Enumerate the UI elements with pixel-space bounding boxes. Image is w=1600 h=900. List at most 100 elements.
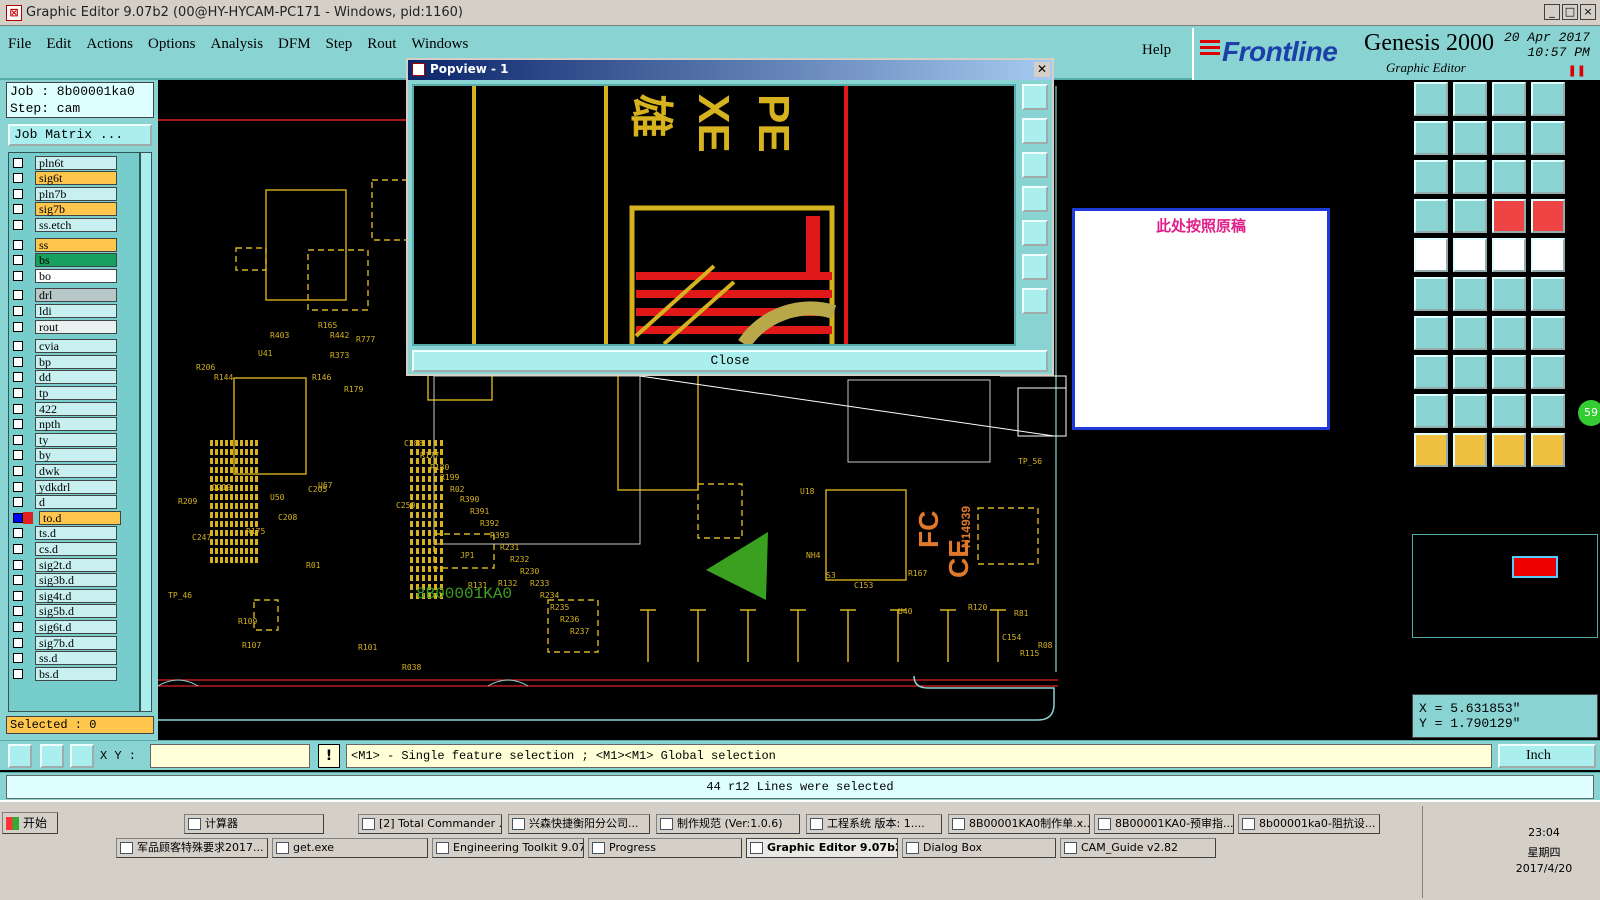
cut-icon[interactable] <box>1453 355 1487 389</box>
layer-name[interactable]: drl <box>35 288 117 303</box>
popview-zoom-out-icon[interactable] <box>1022 152 1048 178</box>
add-pad-icon[interactable] <box>1414 238 1448 272</box>
menu-edit[interactable]: Edit <box>46 36 71 53</box>
layer-name[interactable]: dd <box>35 370 117 385</box>
popview-viewport[interactable]: XE PE 雄 <box>412 84 1016 346</box>
layer-checkbox[interactable] <box>13 450 23 461</box>
layer-name[interactable]: ldi <box>35 303 117 318</box>
job-matrix-button[interactable]: Job Matrix ... <box>8 124 152 146</box>
layer-row[interactable]: ts.d <box>9 526 139 541</box>
taskbar-button[interactable]: 计算器 <box>184 814 324 834</box>
drc-area-icon[interactable] <box>1492 394 1526 428</box>
layer-row[interactable]: sig6t.d <box>9 619 139 634</box>
layer-row[interactable]: ss.etch <box>9 217 139 232</box>
layer-name[interactable]: by <box>35 448 117 463</box>
layer-row[interactable]: sig5b.d <box>9 604 139 619</box>
close-window-button[interactable]: × <box>1580 4 1596 20</box>
popview-zoom-in-icon[interactable] <box>1022 118 1048 144</box>
popview-title-bar[interactable]: Popview - 1 ✕ <box>408 60 1052 80</box>
layer-row[interactable]: cvia <box>9 339 139 354</box>
layer-name[interactable]: cs.d <box>35 541 117 556</box>
layer-checkbox[interactable] <box>13 465 23 476</box>
layer-row[interactable]: sig7b.d <box>9 635 139 650</box>
layer-name[interactable]: ss.d <box>35 651 117 666</box>
taskbar-button[interactable]: 军品顾客特殊要求2017... <box>116 838 268 858</box>
move-icon[interactable] <box>1492 277 1526 311</box>
layer-row[interactable]: d <box>9 495 139 510</box>
popview-pan-left-icon[interactable] <box>1022 186 1048 212</box>
menu-options[interactable]: Options <box>148 36 196 53</box>
layer-row[interactable]: 422 <box>9 401 139 416</box>
layer-name[interactable]: bs.d <box>35 666 117 681</box>
zoom-in-icon[interactable] <box>1453 82 1487 116</box>
popview-fit-icon[interactable] <box>1022 254 1048 280</box>
menu-analysis[interactable]: Analysis <box>211 36 264 53</box>
layer-row[interactable]: sig3b.d <box>9 573 139 588</box>
measure-icon[interactable] <box>40 744 64 768</box>
layer-checkbox[interactable] <box>13 481 23 492</box>
units-select[interactable]: Inch <box>1498 744 1596 768</box>
notification-badge[interactable]: 59 <box>1578 400 1600 426</box>
pan-right-icon[interactable] <box>1453 121 1487 155</box>
taskbar-button[interactable]: Dialog Box <box>902 838 1056 858</box>
layer-checkbox[interactable] <box>13 434 23 445</box>
layer-row[interactable]: sig6t <box>9 171 139 186</box>
layer-row[interactable]: tp <box>9 385 139 400</box>
layer-row[interactable]: sig2t.d <box>9 557 139 572</box>
array-icon[interactable] <box>1531 355 1565 389</box>
layer-checkbox[interactable] <box>13 356 23 367</box>
layer-row[interactable]: sig7b <box>9 202 139 217</box>
layer-name[interactable]: sig2t.d <box>35 557 117 572</box>
popview-close-icon[interactable]: ✕ <box>1034 62 1050 77</box>
layer-name[interactable]: sig6t <box>35 171 117 186</box>
taskbar-button[interactable]: Progress <box>588 838 742 858</box>
menu-windows[interactable]: Windows <box>411 36 468 53</box>
layer-checkbox[interactable] <box>13 290 23 301</box>
layer-checkbox[interactable] <box>13 497 23 508</box>
layer-name[interactable]: bo <box>35 268 117 283</box>
layer-checkbox[interactable] <box>13 621 23 632</box>
layer-row[interactable]: cs.d <box>9 541 139 556</box>
taskbar-button[interactable]: Engineering Toolkit 9.07... <box>432 838 584 858</box>
select-net-icon[interactable] <box>1414 277 1448 311</box>
grid-icon[interactable] <box>1453 199 1487 233</box>
taskbar-button[interactable]: CAM_Guide v2.82 <box>1060 838 1216 858</box>
add-surface-icon[interactable] <box>1531 238 1565 272</box>
fit-screen-icon[interactable] <box>1414 160 1448 194</box>
layer-row[interactable]: by <box>9 448 139 463</box>
xy-input[interactable] <box>150 744 310 768</box>
snap-icon[interactable] <box>1492 199 1526 233</box>
layer-row[interactable]: ldi <box>9 303 139 318</box>
taskbar-button[interactable]: 制作规范 (Ver:1.0.6) <box>656 814 800 834</box>
taskbar-button[interactable]: 8B00001KA0-预审指... <box>1094 814 1234 834</box>
layer-name[interactable]: to.d <box>39 510 121 525</box>
layer-name[interactable]: sig3b.d <box>35 573 117 588</box>
layer-row[interactable]: ty <box>9 432 139 447</box>
layer-checkbox[interactable] <box>13 270 23 281</box>
taskbar-button[interactable]: 8B00001KA0制作单.x... <box>948 814 1090 834</box>
clock-time[interactable]: 23:04 <box>1499 826 1589 839</box>
layer-checkbox[interactable] <box>13 512 23 523</box>
layer-name[interactable]: ydkdrl <box>35 479 117 494</box>
snap-icon[interactable] <box>8 744 32 768</box>
layer-name[interactable]: bp <box>35 354 117 369</box>
center-icon[interactable] <box>1453 160 1487 194</box>
taskbar-button[interactable]: 8b00001ka0-阻抗设... <box>1238 814 1380 834</box>
layer-name[interactable]: dwk <box>35 463 117 478</box>
popview-close-button[interactable]: Close <box>412 350 1048 372</box>
layer-name[interactable]: cvia <box>35 339 117 354</box>
mini-view[interactable] <box>1412 534 1598 638</box>
layer-checkbox[interactable] <box>13 575 23 586</box>
layer-name[interactable]: ty <box>35 432 117 447</box>
layer-row[interactable]: rout <box>9 319 139 334</box>
drc-check-icon[interactable] <box>1414 394 1448 428</box>
layer-name[interactable]: sig5b.d <box>35 604 117 619</box>
layer-checkbox[interactable] <box>13 606 23 617</box>
layer-checkbox[interactable] <box>13 305 23 316</box>
layer-row[interactable]: dd <box>9 370 139 385</box>
layer-name[interactable]: pln6t <box>35 155 117 170</box>
ruler-icon[interactable] <box>1414 199 1448 233</box>
popview-zoom-home-icon[interactable] <box>1022 84 1048 110</box>
copy-icon[interactable] <box>1531 277 1565 311</box>
layer-name[interactable]: sig7b <box>35 202 117 217</box>
